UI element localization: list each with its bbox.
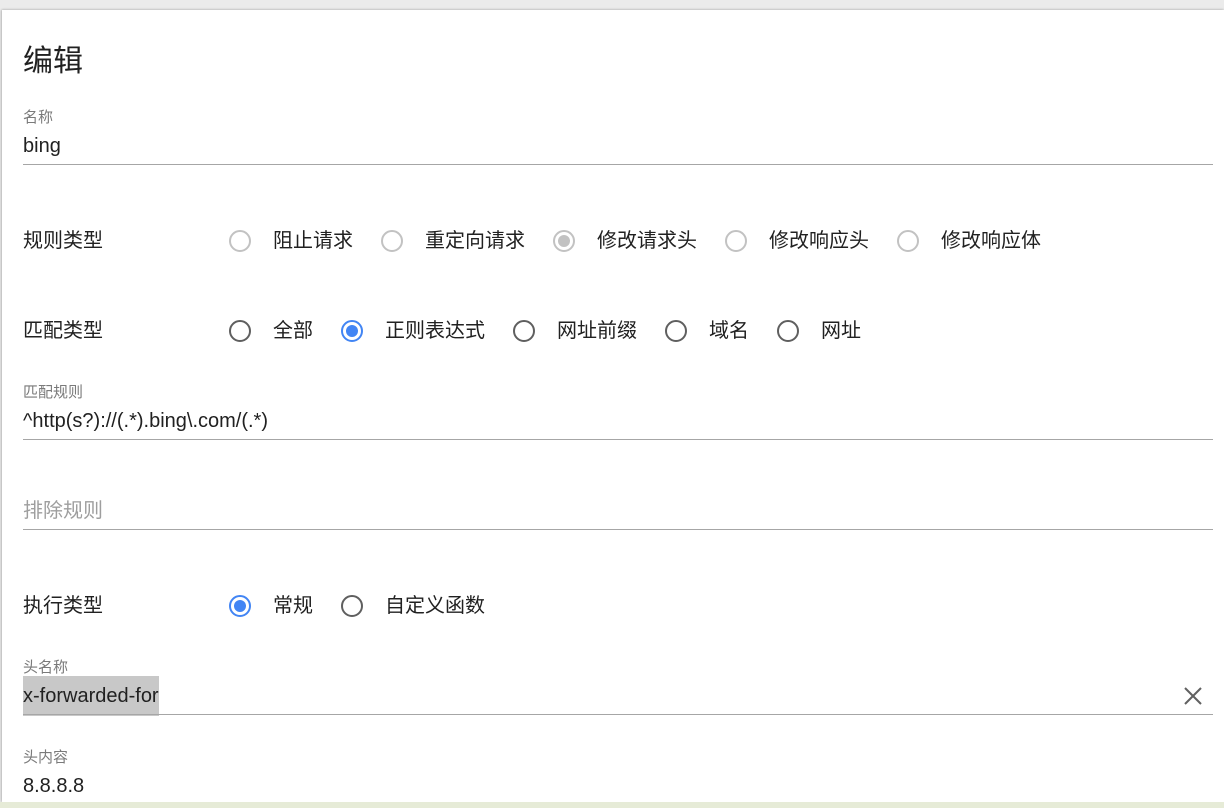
radio-button[interactable] bbox=[553, 230, 575, 252]
name-input[interactable] bbox=[23, 126, 1213, 166]
header-name-underline bbox=[23, 714, 1213, 715]
header-value-field: 头内容 bbox=[23, 750, 1213, 802]
radio-button[interactable] bbox=[897, 230, 919, 252]
radio-button[interactable] bbox=[513, 320, 535, 342]
match-rule-field: 匹配规则 bbox=[23, 384, 1213, 441]
match-type-row: 匹配类型 全部 正则表达式 网址前缀 域名 网址 bbox=[2, 316, 1224, 346]
header-value-input[interactable] bbox=[23, 766, 1213, 802]
match-rule-input[interactable] bbox=[23, 401, 1213, 441]
page-bottom-strip bbox=[0, 802, 1224, 808]
radio-dot bbox=[558, 235, 570, 247]
exec-type-label: 执行类型 bbox=[23, 595, 103, 617]
radio-button[interactable] bbox=[229, 230, 251, 252]
exclude-rule-field bbox=[23, 475, 1213, 531]
match-type-option-url[interactable]: 网址 bbox=[777, 316, 861, 346]
rule-type-option-block-request[interactable]: 阻止请求 bbox=[229, 226, 353, 256]
rule-type-option-modify-request-header[interactable]: 修改请求头 bbox=[553, 226, 697, 256]
rule-type-option-redirect-request[interactable]: 重定向请求 bbox=[381, 226, 525, 256]
header-value-label: 头内容 bbox=[23, 749, 69, 766]
option-label: 修改响应体 bbox=[941, 230, 1041, 252]
header-name-field: 头名称 x-forwarded-for bbox=[23, 659, 1213, 716]
name-field: 名称 bbox=[23, 109, 1213, 166]
radio-button[interactable] bbox=[229, 320, 251, 342]
option-label: 网址 bbox=[821, 320, 861, 342]
radio-dot bbox=[346, 325, 358, 337]
rule-type-option-modify-response-header[interactable]: 修改响应头 bbox=[725, 226, 869, 256]
option-label: 域名 bbox=[709, 320, 749, 342]
radio-button[interactable] bbox=[229, 595, 251, 617]
match-rule-label: 匹配规则 bbox=[23, 384, 84, 401]
option-label: 自定义函数 bbox=[385, 595, 485, 617]
header-name-input[interactable] bbox=[23, 676, 1173, 716]
option-label: 重定向请求 bbox=[425, 230, 525, 252]
exec-type-option-custom-function[interactable]: 自定义函数 bbox=[341, 591, 485, 621]
option-label: 修改响应头 bbox=[769, 230, 869, 252]
rule-type-option-modify-response-body[interactable]: 修改响应体 bbox=[897, 226, 1041, 256]
dialog-title: 编辑 bbox=[23, 45, 83, 78]
exclude-rule-underline bbox=[23, 529, 1213, 530]
rule-type-label: 规则类型 bbox=[23, 230, 103, 252]
option-label: 正则表达式 bbox=[385, 320, 485, 342]
name-label: 名称 bbox=[23, 109, 54, 126]
match-type-option-url-prefix[interactable]: 网址前缀 bbox=[513, 316, 637, 346]
match-type-label: 匹配类型 bbox=[23, 320, 103, 342]
match-type-option-domain[interactable]: 域名 bbox=[665, 316, 749, 346]
exec-type-option-normal[interactable]: 常规 bbox=[229, 591, 313, 621]
rule-type-row: 规则类型 阻止请求 重定向请求 修改请求头 修改响应头 修改响应体 bbox=[2, 226, 1224, 256]
radio-button[interactable] bbox=[341, 595, 363, 617]
option-label: 网址前缀 bbox=[557, 320, 637, 342]
option-label: 阻止请求 bbox=[273, 230, 353, 252]
radio-dot bbox=[234, 600, 246, 612]
radio-button[interactable] bbox=[381, 230, 403, 252]
match-type-option-all[interactable]: 全部 bbox=[229, 316, 313, 346]
match-type-option-regex[interactable]: 正则表达式 bbox=[341, 316, 485, 346]
radio-button[interactable] bbox=[725, 230, 747, 252]
option-label: 全部 bbox=[273, 320, 313, 342]
exec-type-row: 执行类型 常规 自定义函数 bbox=[2, 591, 1224, 621]
header-name-label: 头名称 bbox=[23, 659, 69, 676]
clear-icon[interactable] bbox=[1183, 686, 1203, 706]
exclude-rule-input[interactable] bbox=[23, 491, 1213, 531]
radio-button[interactable] bbox=[665, 320, 687, 342]
option-label: 修改请求头 bbox=[597, 230, 697, 252]
match-rule-underline bbox=[23, 439, 1213, 440]
name-underline bbox=[23, 164, 1213, 165]
radio-button[interactable] bbox=[777, 320, 799, 342]
option-label: 常规 bbox=[273, 595, 313, 617]
radio-button[interactable] bbox=[341, 320, 363, 342]
edit-dialog: 编辑 名称 规则类型 阻止请求 重定向请求 修改请求头 修改响应头 修改响应体 bbox=[2, 10, 1224, 802]
